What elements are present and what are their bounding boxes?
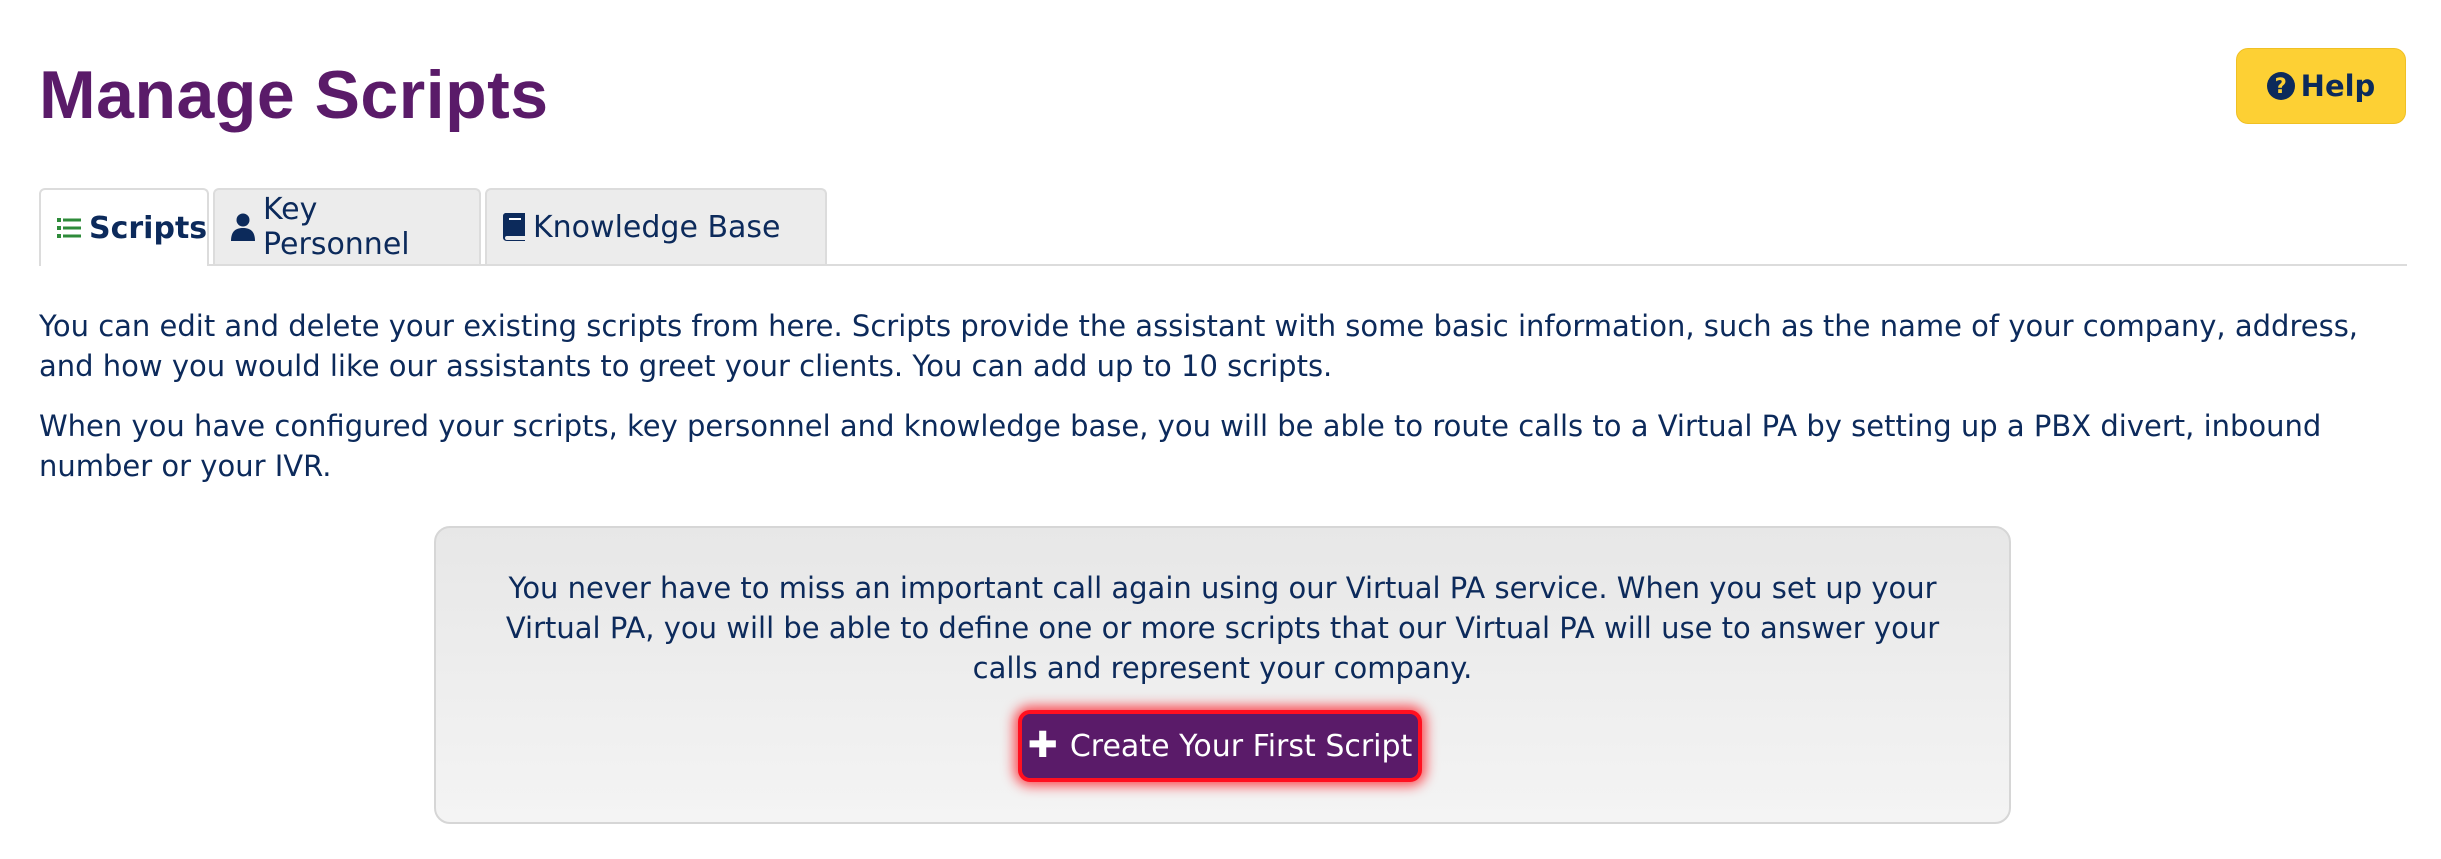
tab-key-personnel-label: Key Personnel (263, 192, 410, 262)
tab-scripts-label: Scripts (89, 210, 208, 246)
tab-knowledge-base[interactable]: Knowledge Base (485, 188, 827, 264)
question-circle-icon: ? (2266, 72, 2295, 100)
tab-key-personnel[interactable]: Key Personnel (213, 188, 481, 264)
tab-scripts[interactable]: Scripts (39, 188, 209, 266)
help-button[interactable]: ? Help (2236, 48, 2406, 124)
create-first-script-button[interactable]: ✚ Create Your First Script (1018, 710, 1422, 782)
user-icon (231, 213, 255, 241)
page-title: Manage Scripts (39, 57, 549, 133)
tab-knowledge-base-label: Knowledge Base (533, 209, 781, 245)
empty-state-message: You never have to miss an important call… (505, 571, 1940, 685)
book-icon (503, 213, 525, 241)
create-first-script-label: Create Your First Script (1069, 728, 1413, 764)
empty-state-panel: You never have to miss an important call… (434, 526, 2011, 824)
intro-paragraph: You can edit and delete your existing sc… (39, 309, 2359, 383)
list-icon (57, 217, 81, 239)
routing-paragraph: When you have configured your scripts, k… (39, 409, 2322, 483)
help-button-label: Help (2300, 69, 2376, 103)
tab-bar: Scripts Key Personnel Knowledge Base (39, 188, 2407, 266)
plus-icon: ✚ (1027, 725, 1058, 766)
